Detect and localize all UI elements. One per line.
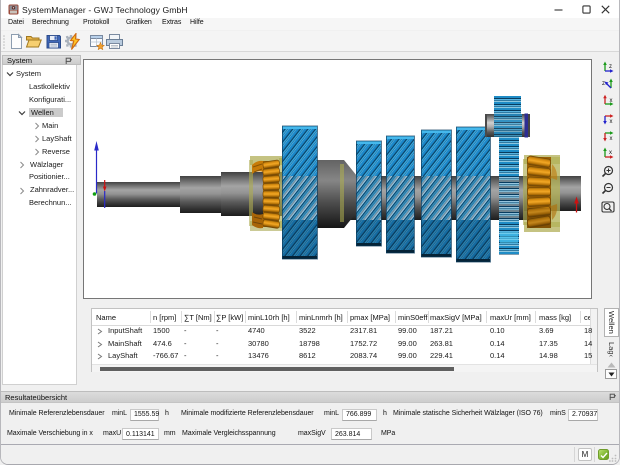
svg-text:x: x	[609, 150, 612, 156]
svg-text:z: z	[609, 64, 612, 70]
svg-text:x: x	[610, 119, 613, 125]
svg-text:z: z	[602, 81, 605, 87]
svg-text:x: x	[610, 98, 613, 104]
svg-text:x: x	[610, 136, 613, 142]
